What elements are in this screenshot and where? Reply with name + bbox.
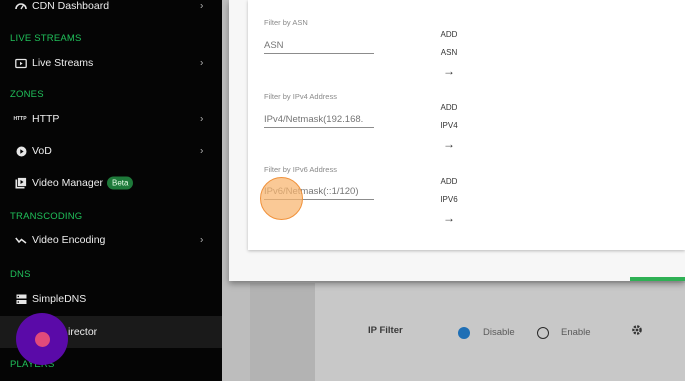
enable-radio[interactable] bbox=[537, 327, 549, 339]
chevron-right-icon: › bbox=[200, 113, 204, 125]
video-library-icon bbox=[15, 177, 27, 189]
touch-indicator-cursor bbox=[16, 313, 68, 365]
touch-indicator bbox=[260, 177, 303, 220]
asn-input[interactable] bbox=[264, 38, 374, 54]
encoding-icon bbox=[15, 234, 27, 246]
sidebar-item-label: CDN Dashboard bbox=[32, 0, 110, 12]
enable-label: Enable bbox=[561, 327, 591, 338]
sidebar-item-label: Live Streams bbox=[32, 57, 94, 69]
chevron-right-icon: › bbox=[200, 145, 204, 157]
ipv4-input[interactable] bbox=[264, 112, 374, 128]
gear-icon[interactable] bbox=[631, 323, 643, 341]
section-dns: DNS bbox=[10, 269, 31, 280]
http-icon: HTTP bbox=[13, 116, 27, 122]
arrow-right-icon: → bbox=[443, 64, 455, 78]
asn-type-label: ASN bbox=[440, 48, 458, 57]
sidebar-item-live-streams[interactable]: Live Streams › bbox=[0, 48, 222, 78]
background-panel bbox=[250, 283, 316, 381]
ip-filter-label: IP Filter bbox=[368, 325, 403, 336]
play-circle-icon bbox=[15, 145, 27, 157]
add-label: ADD bbox=[440, 30, 458, 39]
ip-filter-dialog: Filter by ASN ADD ASN → Filter by IPv4 A… bbox=[229, 0, 685, 281]
ip-filter-card: IP Filter Disable Enable bbox=[315, 283, 685, 381]
chevron-right-icon: › bbox=[200, 57, 204, 69]
asn-filter-label: Filter by ASN bbox=[264, 18, 308, 27]
touch-indicator-dot bbox=[34, 331, 50, 347]
sidebar-item-label: VoD bbox=[32, 145, 52, 157]
ipv6-filter-label: Filter by IPv6 Address bbox=[264, 165, 337, 174]
add-label: ADD bbox=[440, 103, 458, 112]
add-label: ADD bbox=[440, 177, 458, 186]
sidebar-item-simpledns[interactable]: SimpleDNS bbox=[0, 284, 222, 314]
sidebar-item-http[interactable]: HTTP HTTP › bbox=[0, 104, 222, 134]
ipv4-filter-label: Filter by IPv4 Address bbox=[264, 92, 337, 101]
sidebar-item-label: irector bbox=[68, 326, 98, 338]
chevron-right-icon: › bbox=[200, 0, 204, 12]
beta-badge: Beta bbox=[107, 176, 134, 190]
section-zones: ZONES bbox=[10, 89, 44, 100]
save-button-edge[interactable] bbox=[630, 277, 685, 281]
sidebar-item-label: Video Manager bbox=[32, 177, 104, 189]
add-ipv4-button[interactable]: ADD IPV4 → bbox=[429, 103, 469, 165]
sidebar-item-video-encoding[interactable]: Video Encoding › bbox=[0, 225, 222, 255]
gauge-icon bbox=[15, 0, 27, 12]
sidebar-item-label: HTTP bbox=[32, 113, 60, 125]
live-tv-icon bbox=[15, 57, 27, 69]
sidebar-item-video-manager[interactable]: Video Manager Beta bbox=[0, 168, 222, 198]
disable-label: Disable bbox=[483, 327, 515, 338]
sidebar-item-vod[interactable]: VoD › bbox=[0, 136, 222, 166]
sidebar-item-label: Video Encoding bbox=[32, 234, 106, 246]
sidebar-item-label: SimpleDNS bbox=[32, 293, 87, 305]
ipv6-type-label: IPV6 bbox=[440, 195, 458, 204]
chevron-right-icon: › bbox=[200, 234, 204, 246]
section-live-streams: LIVE STREAMS bbox=[10, 33, 82, 44]
add-ipv6-button[interactable]: ADD IPV6 → bbox=[429, 177, 469, 239]
arrow-right-icon: → bbox=[443, 211, 455, 225]
dns-icon bbox=[15, 293, 27, 305]
ipv4-type-label: IPV4 bbox=[440, 121, 458, 130]
sidebar-item-cdn-dashboard[interactable]: CDN Dashboard › bbox=[0, 0, 222, 21]
section-transcoding: TRANSCODING bbox=[10, 211, 83, 222]
arrow-right-icon: → bbox=[443, 137, 455, 151]
disable-radio[interactable] bbox=[458, 327, 470, 339]
add-asn-button[interactable]: ADD ASN → bbox=[429, 30, 469, 92]
filter-form: Filter by ASN ADD ASN → Filter by IPv4 A… bbox=[248, 0, 685, 250]
